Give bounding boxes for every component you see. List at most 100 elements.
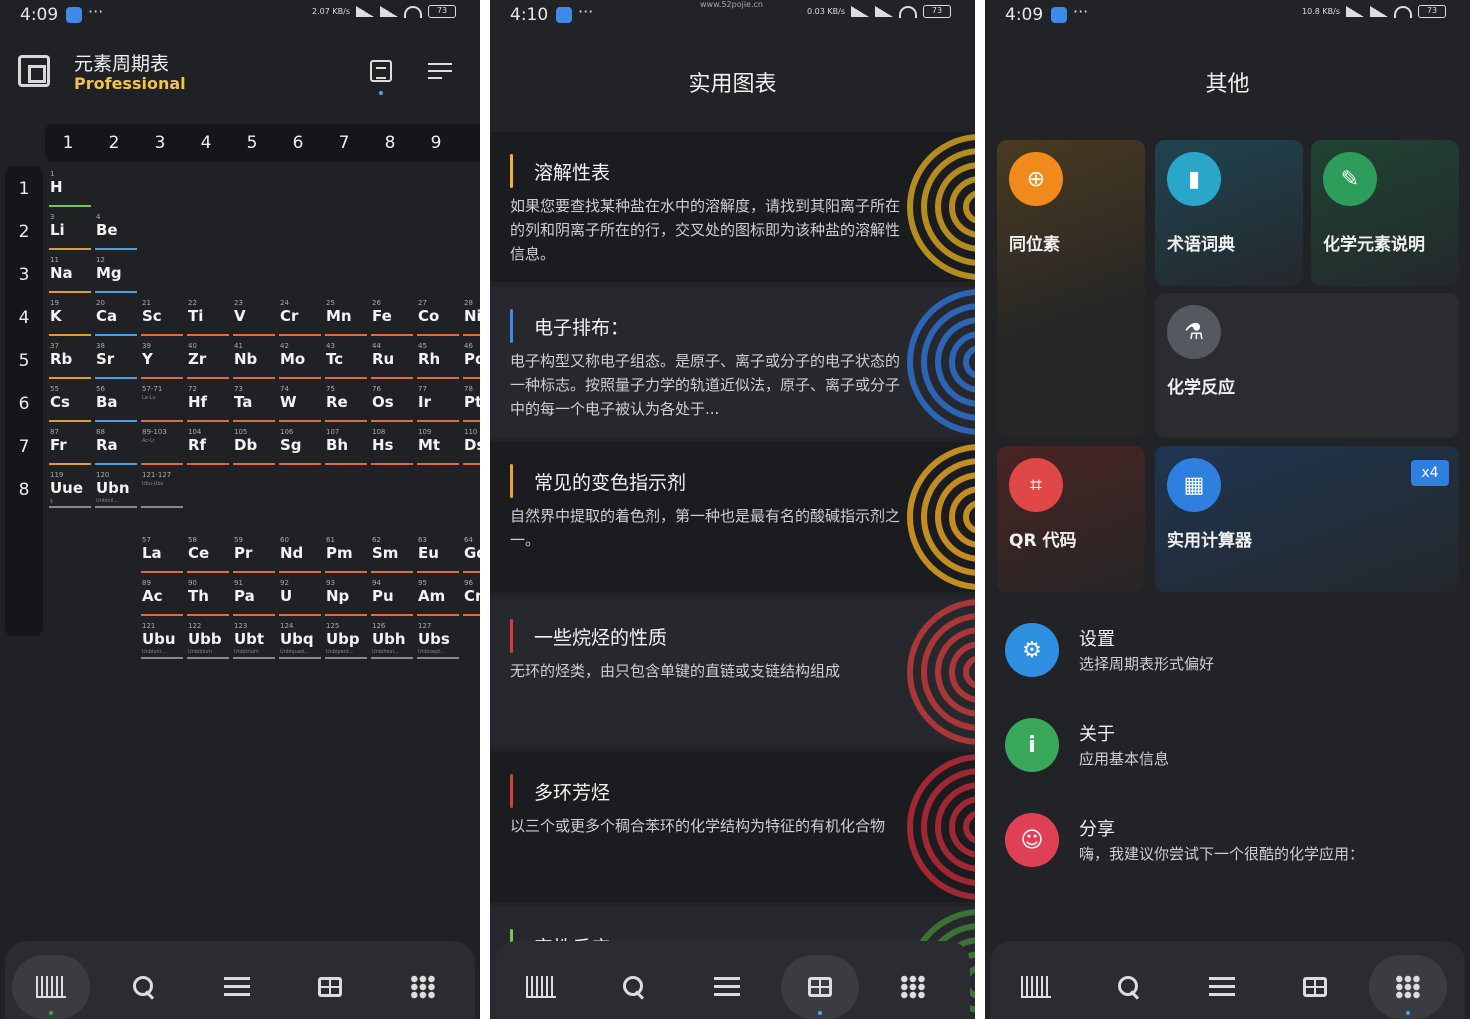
element-cell[interactable]: 74 W [279, 385, 323, 425]
feature-tile[interactable]: ⌗ QR 代码 [997, 446, 1145, 592]
element-cell[interactable]: 19 K [49, 299, 93, 339]
element-cell[interactable]: 20 Ca [95, 299, 139, 339]
nav-list-button[interactable] [1183, 955, 1261, 1019]
element-cell[interactable]: 109 Mt [417, 428, 461, 468]
nav-list-button[interactable] [688, 955, 766, 1019]
element-cell[interactable]: 108 Hs [371, 428, 415, 468]
element-cell[interactable]: 125 Ubp Unbipent... [325, 622, 369, 662]
settings-row[interactable]: ☺ 分享 嗨，我建议你尝试下一个很酷的化学应用： [1005, 805, 1450, 885]
element-cell[interactable]: 73 Ta [233, 385, 277, 425]
element-cell[interactable]: 110Ds [463, 428, 480, 468]
nav-dots-button[interactable] [384, 955, 462, 1019]
element-cell[interactable]: 37 Rb [49, 342, 93, 382]
element-cell[interactable]: 22 Ti [187, 299, 231, 339]
element-cell[interactable]: 63 Eu [417, 536, 461, 576]
element-cell[interactable]: 95 Am [417, 579, 461, 619]
element-cell[interactable]: 55 Cs [49, 385, 93, 425]
chart-card[interactable]: 电子排布： 电子构型又称电子组态。是原子、离子或分子的电子状态的一种标志。按照量子… [490, 287, 975, 437]
element-cell[interactable]: 120 Ubn Unbinil... [95, 471, 139, 511]
element-cell[interactable]: 121-127 Ubu-Ubs [141, 471, 185, 511]
nav-search-button[interactable] [105, 955, 183, 1019]
app-logo-icon[interactable] [18, 55, 50, 87]
element-cell[interactable]: 94 Pu [371, 579, 415, 619]
element-cell[interactable]: 89 Ac [141, 579, 185, 619]
element-cell[interactable]: 23 V [233, 299, 277, 339]
settings-row[interactable]: ⚙ 设置 选择周期表形式偏好 [1005, 615, 1450, 695]
element-cell[interactable]: 127 Ubs Unbisept... [417, 622, 461, 662]
element-cell[interactable]: 78 Pt [463, 385, 480, 425]
element-cell[interactable]: 90 Th [187, 579, 231, 619]
element-cell[interactable]: 124 Ubq Unbiquad... [279, 622, 323, 662]
element-cell[interactable]: 24 Cr [279, 299, 323, 339]
element-cell[interactable]: 76 Os [371, 385, 415, 425]
element-cell[interactable]: 28 Ni [463, 299, 480, 339]
feature-tile[interactable]: ▦ 实用计算器 x4 [1155, 446, 1459, 592]
element-cell[interactable]: 27 Co [417, 299, 461, 339]
element-cell[interactable]: 11 Na [49, 256, 93, 296]
element-cell[interactable]: 92 U [279, 579, 323, 619]
element-cell[interactable]: 60 Nd [279, 536, 323, 576]
element-cell[interactable]: 88 Ra [95, 428, 139, 468]
element-cell[interactable]: 1H [49, 170, 93, 210]
element-cell[interactable]: 61 Pm [325, 536, 369, 576]
element-cell[interactable]: 3 Li [49, 213, 93, 253]
chart-card[interactable]: 溶解性表 如果您要查找某种盐在水中的溶解度，请找到其阳离子所在的列和阴离子所在的行… [490, 132, 975, 282]
element-cell[interactable]: 56 Ba [95, 385, 139, 425]
feature-tile[interactable]: ✎ 化学元素说明 [1311, 140, 1459, 286]
element-cell[interactable]: 89-103 Ac-Lr [141, 428, 185, 468]
element-cell[interactable]: 62 Sm [371, 536, 415, 576]
element-cell[interactable]: 93 Np [325, 579, 369, 619]
element-cell[interactable]: 121 Ubu Unbiuni... [141, 622, 185, 662]
feature-tile[interactable]: ⚗ 化学反应 [1155, 293, 1459, 438]
element-cell[interactable]: 77 Ir [417, 385, 461, 425]
element-cell[interactable]: 119 Uue 钅 [49, 471, 93, 511]
chart-card[interactable]: 常见的变色指示剂 自然界中提取的着色剂，第一种也是最有名的酸碱指示剂之一。 [490, 442, 975, 592]
element-cell[interactable]: 64Gd [463, 536, 480, 576]
chart-card[interactable]: 多环芳烃 以三个或更多个稠合苯环的化学结构为特征的有机化合物 [490, 752, 975, 902]
nav-table-button[interactable] [291, 955, 369, 1019]
element-cell[interactable]: 43 Tc [325, 342, 369, 382]
element-cell[interactable]: 57-71 La-Lu [141, 385, 185, 425]
nav-list-button[interactable] [198, 955, 276, 1019]
table-view-icon[interactable] [370, 60, 392, 82]
element-cell[interactable]: 38 Sr [95, 342, 139, 382]
element-cell[interactable]: 40 Zr [187, 342, 231, 382]
feature-tile[interactable]: ⊕ 同位素 [997, 140, 1145, 438]
element-cell[interactable]: 26 Fe [371, 299, 415, 339]
element-cell[interactable]: 59 Pr [233, 536, 277, 576]
element-cell[interactable]: 39 Y [141, 342, 185, 382]
element-cell[interactable]: 96Cm [463, 579, 480, 619]
element-cell[interactable]: 12 Mg [95, 256, 139, 296]
element-cell[interactable]: 57 La [141, 536, 185, 576]
nav-search-button[interactable] [1090, 955, 1168, 1019]
element-cell[interactable]: 42 Mo [279, 342, 323, 382]
element-cell[interactable]: 91 Pa [233, 579, 277, 619]
element-cell[interactable]: 123 Ubt Unbitrium [233, 622, 277, 662]
element-cell[interactable]: 45 Rh [417, 342, 461, 382]
element-cell[interactable]: 126 Ubh Unbihexi... [371, 622, 415, 662]
nav-search-button[interactable] [595, 955, 673, 1019]
element-cell[interactable]: 41 Nb [233, 342, 277, 382]
sort-icon[interactable] [428, 63, 452, 79]
chart-card[interactable]: 一些烷烃的性质 无环的烃类，由只包含单键的直链或支链结构组成 [490, 597, 975, 747]
element-cell[interactable]: 75 Re [325, 385, 369, 425]
nav-table-button[interactable] [1276, 955, 1354, 1019]
element-cell[interactable]: 104 Rf [187, 428, 231, 468]
feature-tile[interactable]: ▮ 术语词典 [1155, 140, 1303, 286]
element-cell[interactable]: 122 Ubb Unbibium [187, 622, 231, 662]
nav-chart-button[interactable] [997, 955, 1075, 1019]
nav-chart-button[interactable] [502, 955, 580, 1019]
element-cell[interactable]: 105 Db [233, 428, 277, 468]
settings-row[interactable]: i 关于 应用基本信息 [1005, 710, 1450, 790]
element-cell[interactable]: 107 Bh [325, 428, 369, 468]
nav-table-button[interactable] [781, 955, 859, 1019]
nav-dots-button[interactable] [874, 955, 952, 1019]
element-cell[interactable]: 46Pd [463, 342, 480, 382]
element-cell[interactable]: 21 Sc [141, 299, 185, 339]
element-cell[interactable]: 87 Fr [49, 428, 93, 468]
nav-dots-button[interactable] [1369, 955, 1447, 1019]
element-cell[interactable]: 25 Mn [325, 299, 369, 339]
nav-chart-button[interactable] [12, 955, 90, 1019]
element-cell[interactable]: 44 Ru [371, 342, 415, 382]
element-cell[interactable]: 58 Ce [187, 536, 231, 576]
